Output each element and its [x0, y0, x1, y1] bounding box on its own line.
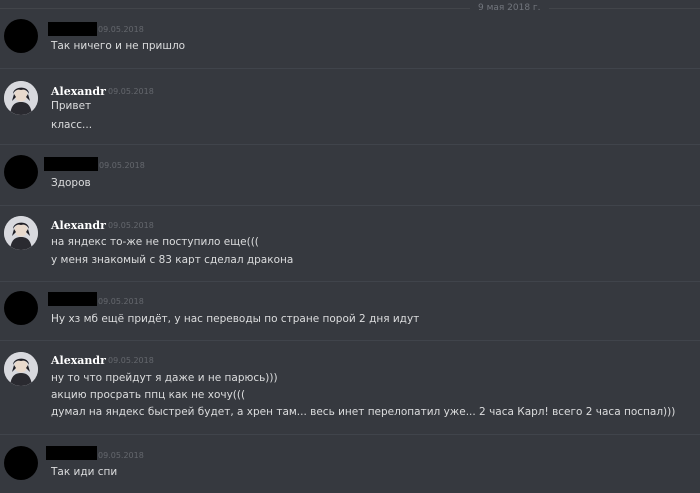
message-text: акцию просрать ппц как не хочу((( [51, 389, 246, 401]
redacted-username[interactable] [46, 446, 97, 460]
message-text: Ну хз мб ещё придёт, у нас переводы по с… [51, 313, 420, 325]
message-text: Так ничего и не пришло [51, 40, 186, 52]
avatar[interactable] [4, 352, 38, 386]
message-text: Так иди спи [51, 466, 118, 478]
username[interactable]: Alexandr [51, 219, 106, 233]
avatar[interactable] [4, 155, 38, 189]
message-text: у меня знакомый с 83 карт сделал дракона [51, 254, 294, 266]
message-separator [0, 144, 700, 145]
message-text: класс... [51, 119, 93, 131]
avatar[interactable] [4, 291, 38, 325]
timestamp: 09.05.2018 [98, 25, 144, 34]
redacted-username[interactable] [48, 22, 97, 36]
date-divider-label: 9 мая 2018 г. [470, 2, 549, 14]
username[interactable]: Alexandr [51, 85, 106, 99]
message-separator [0, 340, 700, 341]
message-separator [0, 205, 700, 206]
message-text: думал на яндекс быстрей будет, а хрен та… [51, 406, 676, 418]
redacted-username[interactable] [48, 292, 97, 306]
timestamp: 09.05.2018 [108, 221, 154, 230]
avatar[interactable] [4, 216, 38, 250]
username[interactable]: Alexandr [51, 354, 106, 368]
message-separator [0, 281, 700, 282]
redacted-username[interactable] [44, 157, 98, 171]
message-text: ну то что прейдут я даже и не парюсь))) [51, 372, 278, 384]
timestamp: 09.05.2018 [99, 161, 145, 170]
timestamp: 09.05.2018 [98, 451, 144, 460]
avatar[interactable] [4, 446, 38, 480]
timestamp: 09.05.2018 [108, 356, 154, 365]
timestamp: 09.05.2018 [108, 87, 154, 96]
message-text: Здоров [51, 177, 91, 189]
message-text: на яндекс то-же не поступило еще((( [51, 236, 259, 248]
message-text: Привет [51, 100, 92, 112]
message-separator [0, 68, 700, 69]
message-separator [0, 434, 700, 435]
timestamp: 09.05.2018 [98, 297, 144, 306]
avatar[interactable] [4, 19, 38, 53]
divider-line [0, 8, 700, 9]
avatar[interactable] [4, 81, 38, 115]
